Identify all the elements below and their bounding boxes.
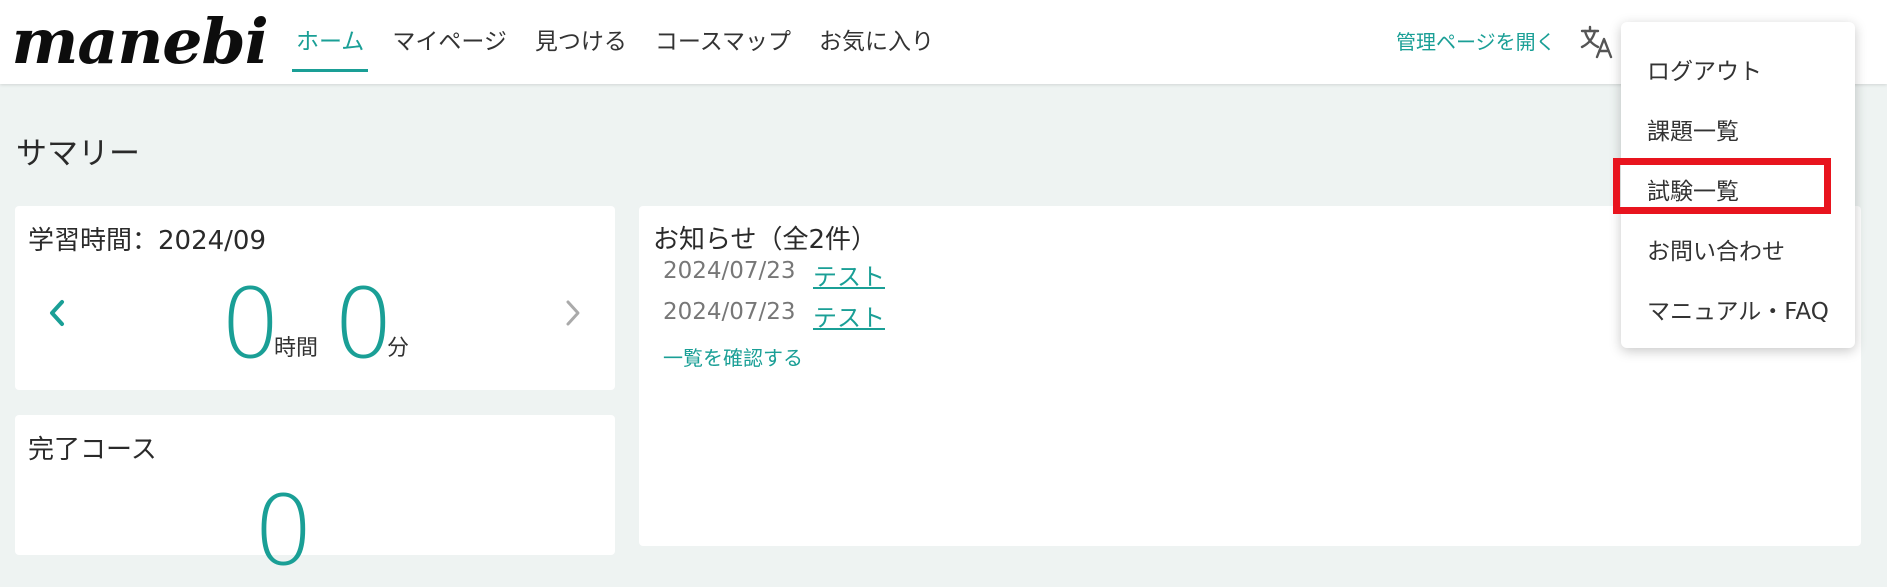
nav-item-course-map[interactable]: コースマップ (651, 0, 795, 84)
menu-item-manual-faq[interactable]: マニュアル・FAQ (1647, 292, 1829, 326)
news-link[interactable]: テスト (813, 257, 885, 292)
manebi-logo[interactable]: manebi (11, 2, 268, 82)
page-title: サマリー (16, 136, 140, 172)
hours-unit: 時間 (274, 336, 319, 361)
menu-item-contact[interactable]: お問い合わせ (1647, 232, 1785, 266)
chevron-right-icon[interactable] (563, 298, 583, 328)
nav-item-favorites[interactable]: お気に入り (815, 0, 938, 84)
news-link[interactable]: テスト (813, 298, 885, 333)
menu-item-logout[interactable]: ログアウト (1647, 52, 1762, 86)
completed-courses-card: 完了コース 0 (15, 415, 615, 579)
news-date: 2024/07/23 (663, 258, 796, 284)
nav-item-mypage[interactable]: マイページ (388, 0, 511, 84)
news-title: お知らせ（全2件） (653, 225, 878, 255)
nav-item-home[interactable]: ホーム (292, 0, 369, 84)
minutes-value: 0 (333, 268, 395, 380)
study-time-card: 学習時間：2024/09 0 時間 0 分 (15, 206, 615, 390)
minutes-unit: 分 (387, 336, 410, 361)
open-admin-page-link[interactable]: 管理ページを開く (1396, 0, 1556, 84)
menu-item-assignments[interactable]: 課題一覧 (1647, 112, 1739, 146)
translate-icon[interactable] (1580, 24, 1614, 60)
main-nav: ホーム マイページ 見つける コースマップ お気に入り (292, 0, 958, 84)
hours-value: 0 (220, 268, 282, 380)
study-time-title: 学習時間：2024/09 (28, 226, 267, 256)
completed-count: 0 (253, 475, 315, 587)
top-header: manebi ホーム マイページ 見つける コースマップ お気に入り 管理ページ… (0, 0, 1887, 84)
nav-item-discover[interactable]: 見つける (531, 0, 631, 84)
completed-courses-title: 完了コース (28, 435, 157, 465)
chevron-left-icon[interactable] (47, 298, 67, 328)
news-date: 2024/07/23 (663, 299, 796, 325)
highlight-box (1613, 158, 1831, 214)
view-all-news-link[interactable]: 一覧を確認する (663, 342, 803, 371)
